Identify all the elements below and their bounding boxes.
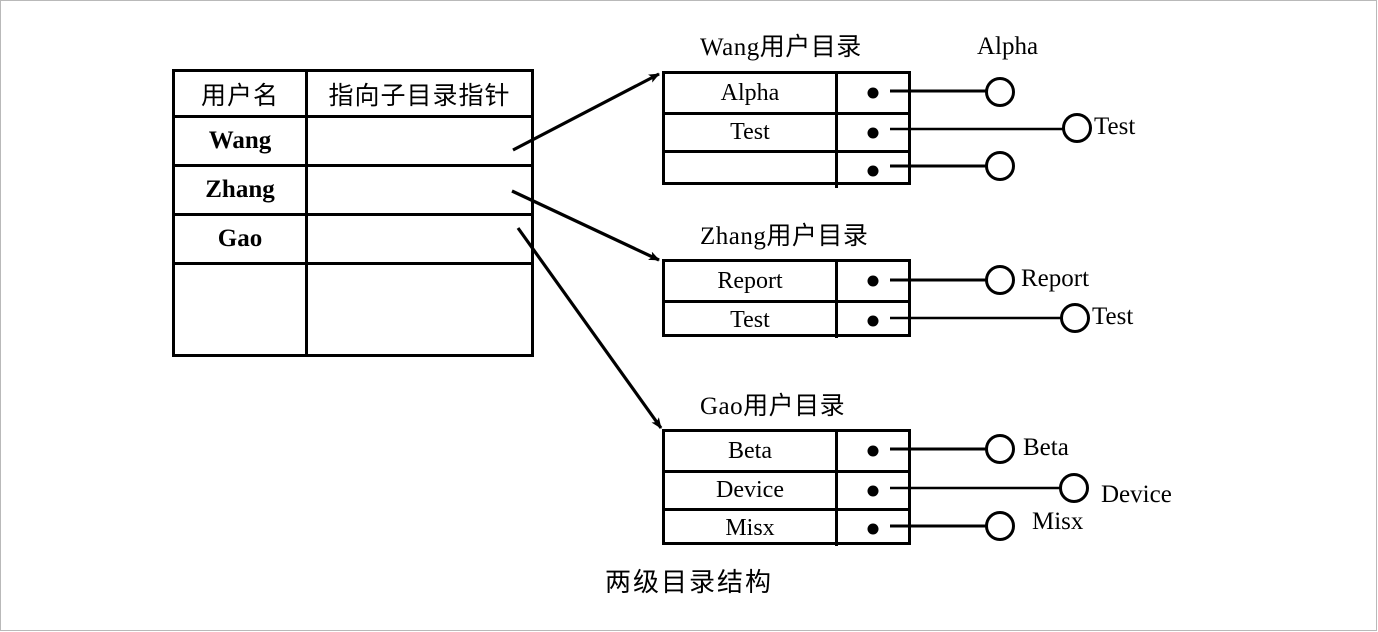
user-master-table: 用户名 指向子目录指针 Wang Zhang Gao — [172, 69, 534, 357]
table-row[interactable]: Test — [665, 112, 908, 150]
leaf-circle-alpha[interactable] — [985, 77, 1015, 107]
entry-name-empty — [665, 153, 835, 188]
zhang-directory-title: Zhang用户目录 — [700, 223, 869, 250]
leaf-circle-report[interactable] — [985, 265, 1015, 295]
table-row[interactable] — [175, 262, 531, 356]
entry-name-device: Device — [716, 477, 784, 503]
table-header-row: 用户名 指向子目录指针 — [175, 72, 531, 115]
pointer-cell-wang — [305, 118, 531, 164]
table-row[interactable]: Wang — [175, 115, 531, 164]
table-row[interactable]: Zhang — [175, 164, 531, 213]
header-pointer-cell: 指向子目录指针 — [305, 72, 531, 115]
leaf-label-misx: Misx — [1032, 508, 1084, 535]
arrow-zhang-to-dir — [511, 189, 660, 262]
gao-directory-title: Gao用户目录 — [700, 393, 846, 420]
arrow-gao-to-dir — [516, 227, 663, 429]
wang-directory-title: Wang用户目录 — [700, 34, 862, 61]
entry-name-beta: Beta — [728, 437, 772, 464]
leaf-circle-device[interactable] — [1059, 473, 1089, 503]
figure-caption: 两级目录结构 — [604, 568, 773, 597]
entry-pointer-test — [835, 303, 908, 338]
user-name-wang: Wang — [208, 127, 272, 154]
header-username: 用户名 — [200, 82, 279, 110]
entry-name-misx: Misx — [725, 515, 775, 541]
pointer-dot-icon — [867, 315, 879, 326]
entry-pointer-device — [835, 473, 908, 508]
entry-name-test: Test — [730, 119, 770, 145]
table-row[interactable]: Misx — [665, 508, 908, 546]
leaf-label-device: Device — [1101, 481, 1172, 508]
leaf-label-report: Report — [1021, 265, 1090, 292]
entry-pointer-report — [835, 262, 908, 300]
leaf-circle-wang-empty[interactable] — [985, 151, 1015, 181]
table-row[interactable]: Test — [665, 300, 908, 338]
pointer-cell-zhang — [305, 167, 531, 213]
pointer-cell-gao — [305, 216, 531, 262]
pointer-dot-icon — [867, 445, 879, 457]
leaf-circle-misx[interactable] — [985, 511, 1015, 541]
entry-pointer-beta — [835, 432, 908, 470]
leaf-circle-zhang-test[interactable] — [1060, 303, 1090, 333]
leaf-label-wang-test: Test — [1094, 113, 1136, 140]
diagram-canvas: 用户名 指向子目录指针 Wang Zhang Gao Wang用户目录 Alph… — [0, 0, 1378, 632]
pointer-cell-empty — [305, 265, 531, 356]
user-name-empty — [175, 265, 305, 356]
entry-name-test: Test — [730, 307, 770, 333]
entry-pointer-misx — [835, 511, 908, 546]
pointer-dot-icon — [867, 127, 879, 138]
user-name-gao: Gao — [217, 225, 263, 252]
pointer-dot-icon — [867, 523, 879, 534]
header-pointer-label: 指向子目录指针 — [328, 82, 511, 110]
leaf-label-zhang-test: Test — [1092, 303, 1134, 330]
pointer-dot-icon — [867, 485, 879, 496]
entry-pointer-empty — [835, 153, 908, 188]
leaf-circle-wang-test[interactable] — [1062, 113, 1092, 143]
table-row[interactable]: Device — [665, 470, 908, 508]
table-row[interactable]: Gao — [175, 213, 531, 262]
entry-name-report: Report — [717, 267, 783, 294]
table-row[interactable]: Beta — [665, 432, 908, 470]
pointer-dot-icon — [867, 165, 879, 176]
user-name-zhang: Zhang — [205, 176, 275, 203]
entry-name-alpha: Alpha — [720, 79, 780, 106]
entry-pointer-alpha — [835, 74, 908, 112]
leaf-circle-beta[interactable] — [985, 434, 1015, 464]
wang-directory-table: Alpha Test — [662, 71, 911, 188]
gao-directory-table: Beta Device Misx — [662, 429, 911, 546]
leaf-label-alpha: Alpha — [977, 33, 1039, 60]
pointer-dot-icon — [867, 87, 879, 99]
entry-pointer-test — [835, 115, 908, 150]
table-row[interactable]: Report — [665, 262, 908, 300]
zhang-directory-table: Report Test — [662, 259, 911, 338]
table-row[interactable] — [665, 150, 908, 188]
arrow-wang-to-dir — [512, 72, 660, 152]
leaf-label-beta: Beta — [1023, 434, 1069, 461]
pointer-dot-icon — [867, 275, 879, 287]
table-row[interactable]: Alpha — [665, 74, 908, 112]
